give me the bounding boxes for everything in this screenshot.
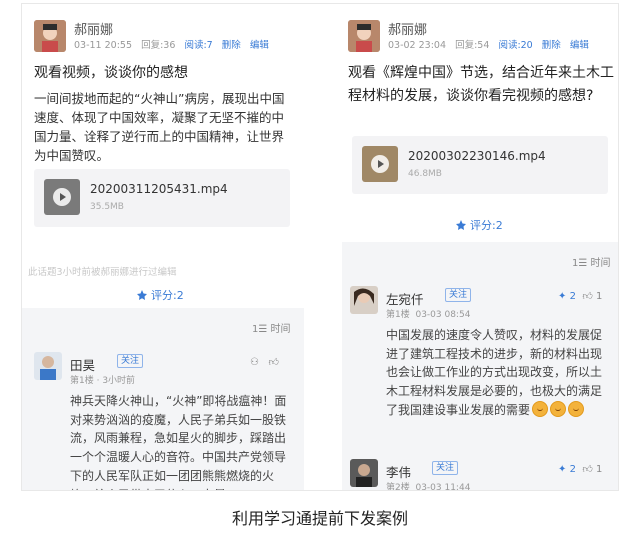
commenter-name[interactable]: 李伟 — [386, 462, 411, 481]
commenter-avatar-image — [34, 352, 62, 380]
figure-caption: 利用学习通提前下发案例 — [231, 509, 408, 528]
author-name[interactable]: 郝丽娜 — [388, 19, 427, 38]
commenter-name[interactable]: 田昊 — [70, 355, 95, 374]
post-meta: 03-02 23:04 回复:54 阅读:20 删除 编辑 — [388, 37, 589, 51]
author-name[interactable]: 郝丽娜 — [74, 19, 113, 38]
video-size: 35.5MB — [90, 202, 124, 212]
video-attachment[interactable]: 20200311205431.mp4 35.5MB — [34, 169, 290, 227]
post-meta: 03-11 20:55 回复:36 阅读:7 删除 编辑 — [74, 37, 269, 51]
smiley-emoji-icon — [550, 400, 567, 417]
comment-text: 中国发展的速度令人赞叹，材料的发展促进了建筑工程技术的进步，新的材料出现也会让做… — [386, 326, 612, 420]
commenter-avatar[interactable] — [350, 286, 378, 314]
commenter-avatar[interactable] — [34, 352, 62, 380]
delete-link[interactable]: 删除 — [542, 40, 561, 51]
like-icon[interactable]: 👍︎ — [269, 357, 279, 368]
edit-history-note: 此话题3小时前被郝丽娜进行过编辑 — [28, 267, 177, 278]
video-filename: 20200302230146.mp4 — [408, 149, 546, 163]
rating-icon[interactable]: ✦ — [558, 464, 566, 475]
panel-gap — [304, 4, 342, 490]
commenter-avatar[interactable] — [350, 459, 378, 487]
read-count[interactable]: 阅读:7 — [184, 40, 212, 51]
sort-icon: 1☰ — [252, 324, 268, 335]
commenter-avatar-image — [350, 459, 378, 487]
delete-link[interactable]: 删除 — [222, 40, 241, 51]
rating-label: 评分:2 — [470, 219, 503, 232]
author-avatar[interactable] — [348, 20, 380, 52]
comment-meta: 第2楼 03-03 11:44 — [386, 480, 471, 491]
sort-icon: 1☰ — [572, 258, 588, 269]
avatar-image — [34, 20, 66, 52]
sort-label: 时间 — [590, 258, 611, 269]
follow-button[interactable]: 关注 — [432, 461, 459, 475]
comment-floor: 第1楼 — [386, 310, 410, 320]
rating-button[interactable]: 评分:2 — [137, 287, 184, 303]
post-title: 观看视频，谈谈你的感想 — [34, 65, 188, 81]
like-icon[interactable]: 👍︎ — [582, 464, 592, 475]
smiley-emoji-icon — [532, 400, 549, 417]
comment-time: 3小时前 — [102, 376, 136, 386]
video-size: 46.8MB — [408, 169, 442, 179]
like-icon[interactable]: 👍︎ — [582, 291, 592, 302]
follow-button[interactable]: 关注 — [445, 288, 472, 302]
rating-icon — [456, 220, 466, 230]
reply-icon[interactable]: ⚇ — [250, 357, 259, 368]
post-title: 观看《辉煌中国》节选，结合近年来土木工程材料的发展，谈谈你看完视频的感想? — [348, 65, 614, 104]
sort-label: 时间 — [270, 324, 291, 335]
rating-label: 评分:2 — [151, 289, 184, 302]
left-discussion-panel: 郝丽娜 03-11 20:55 回复:36 阅读:7 删除 编辑 观看视频，谈谈… — [22, 4, 304, 490]
commenter-avatar-image — [350, 286, 378, 314]
post-date: 03-11 20:55 — [74, 40, 133, 51]
like-count: 1 — [595, 464, 603, 475]
comment-rating: 2 — [569, 464, 576, 475]
comment-floor: 第2楼 — [386, 483, 410, 491]
read-count[interactable]: 阅读:20 — [498, 40, 532, 51]
avatar-image — [348, 20, 380, 52]
comment-rating: 2 — [569, 291, 576, 302]
edit-link[interactable]: 编辑 — [570, 40, 589, 51]
comment-time: 03-03 08:54 — [415, 310, 471, 320]
comment-floor: 第1楼 — [70, 376, 94, 386]
commenter-name[interactable]: 左宛仟 — [386, 289, 424, 308]
comment-actions: ⚇ 👍︎ — [250, 356, 279, 368]
play-icon[interactable] — [371, 155, 389, 173]
smiley-emoji-icon — [568, 400, 585, 417]
comment-meta: 第1楼 03-03 08:54 — [386, 307, 470, 320]
play-icon[interactable] — [53, 188, 71, 206]
sort-by-time[interactable]: 1☰ 时间 — [252, 320, 291, 335]
follow-button[interactable]: 关注 — [117, 354, 144, 368]
comment-text: 神兵天降火神山，“火神”即将战瘟神！面对来势汹汹的疫魔，人民子弟兵如一股铁流，风… — [70, 394, 287, 490]
video-thumbnail[interactable] — [362, 146, 398, 182]
reply-count: 回复:54 — [455, 40, 490, 51]
rating-icon — [137, 290, 147, 300]
comment-actions: ✦ 2 👍︎ 1 — [558, 463, 602, 475]
reply-count: 回复:36 — [141, 40, 176, 51]
post-date: 03-02 23:04 — [388, 40, 447, 51]
rating-button[interactable]: 评分:2 — [456, 217, 503, 233]
comment-meta: 第1楼 · 3小时前 — [70, 376, 136, 386]
rating-icon[interactable]: ✦ — [558, 291, 566, 302]
video-attachment[interactable]: 20200302230146.mp4 46.8MB — [352, 136, 608, 194]
like-count: 1 — [595, 291, 603, 302]
post-body: 一间间拔地而起的“火神山”病房，展现出中国速度、体现了中国效率，凝聚了无坚不摧的… — [34, 91, 285, 163]
video-filename: 20200311205431.mp4 — [90, 182, 228, 196]
comment-actions: ✦ 2 👍︎ 1 — [558, 290, 602, 302]
edit-link[interactable]: 编辑 — [250, 40, 269, 51]
screenshot-frame: 郝丽娜 03-11 20:55 回复:36 阅读:7 删除 编辑 观看视频，谈谈… — [21, 3, 619, 491]
comment-time: 03-03 11:44 — [415, 483, 471, 491]
video-thumbnail[interactable] — [44, 179, 80, 215]
right-discussion-panel: 郝丽娜 03-02 23:04 回复:54 阅读:20 删除 编辑 观看《辉煌中… — [342, 4, 618, 491]
author-avatar[interactable] — [34, 20, 66, 52]
sort-by-time[interactable]: 1☰ 时间 — [572, 254, 611, 269]
